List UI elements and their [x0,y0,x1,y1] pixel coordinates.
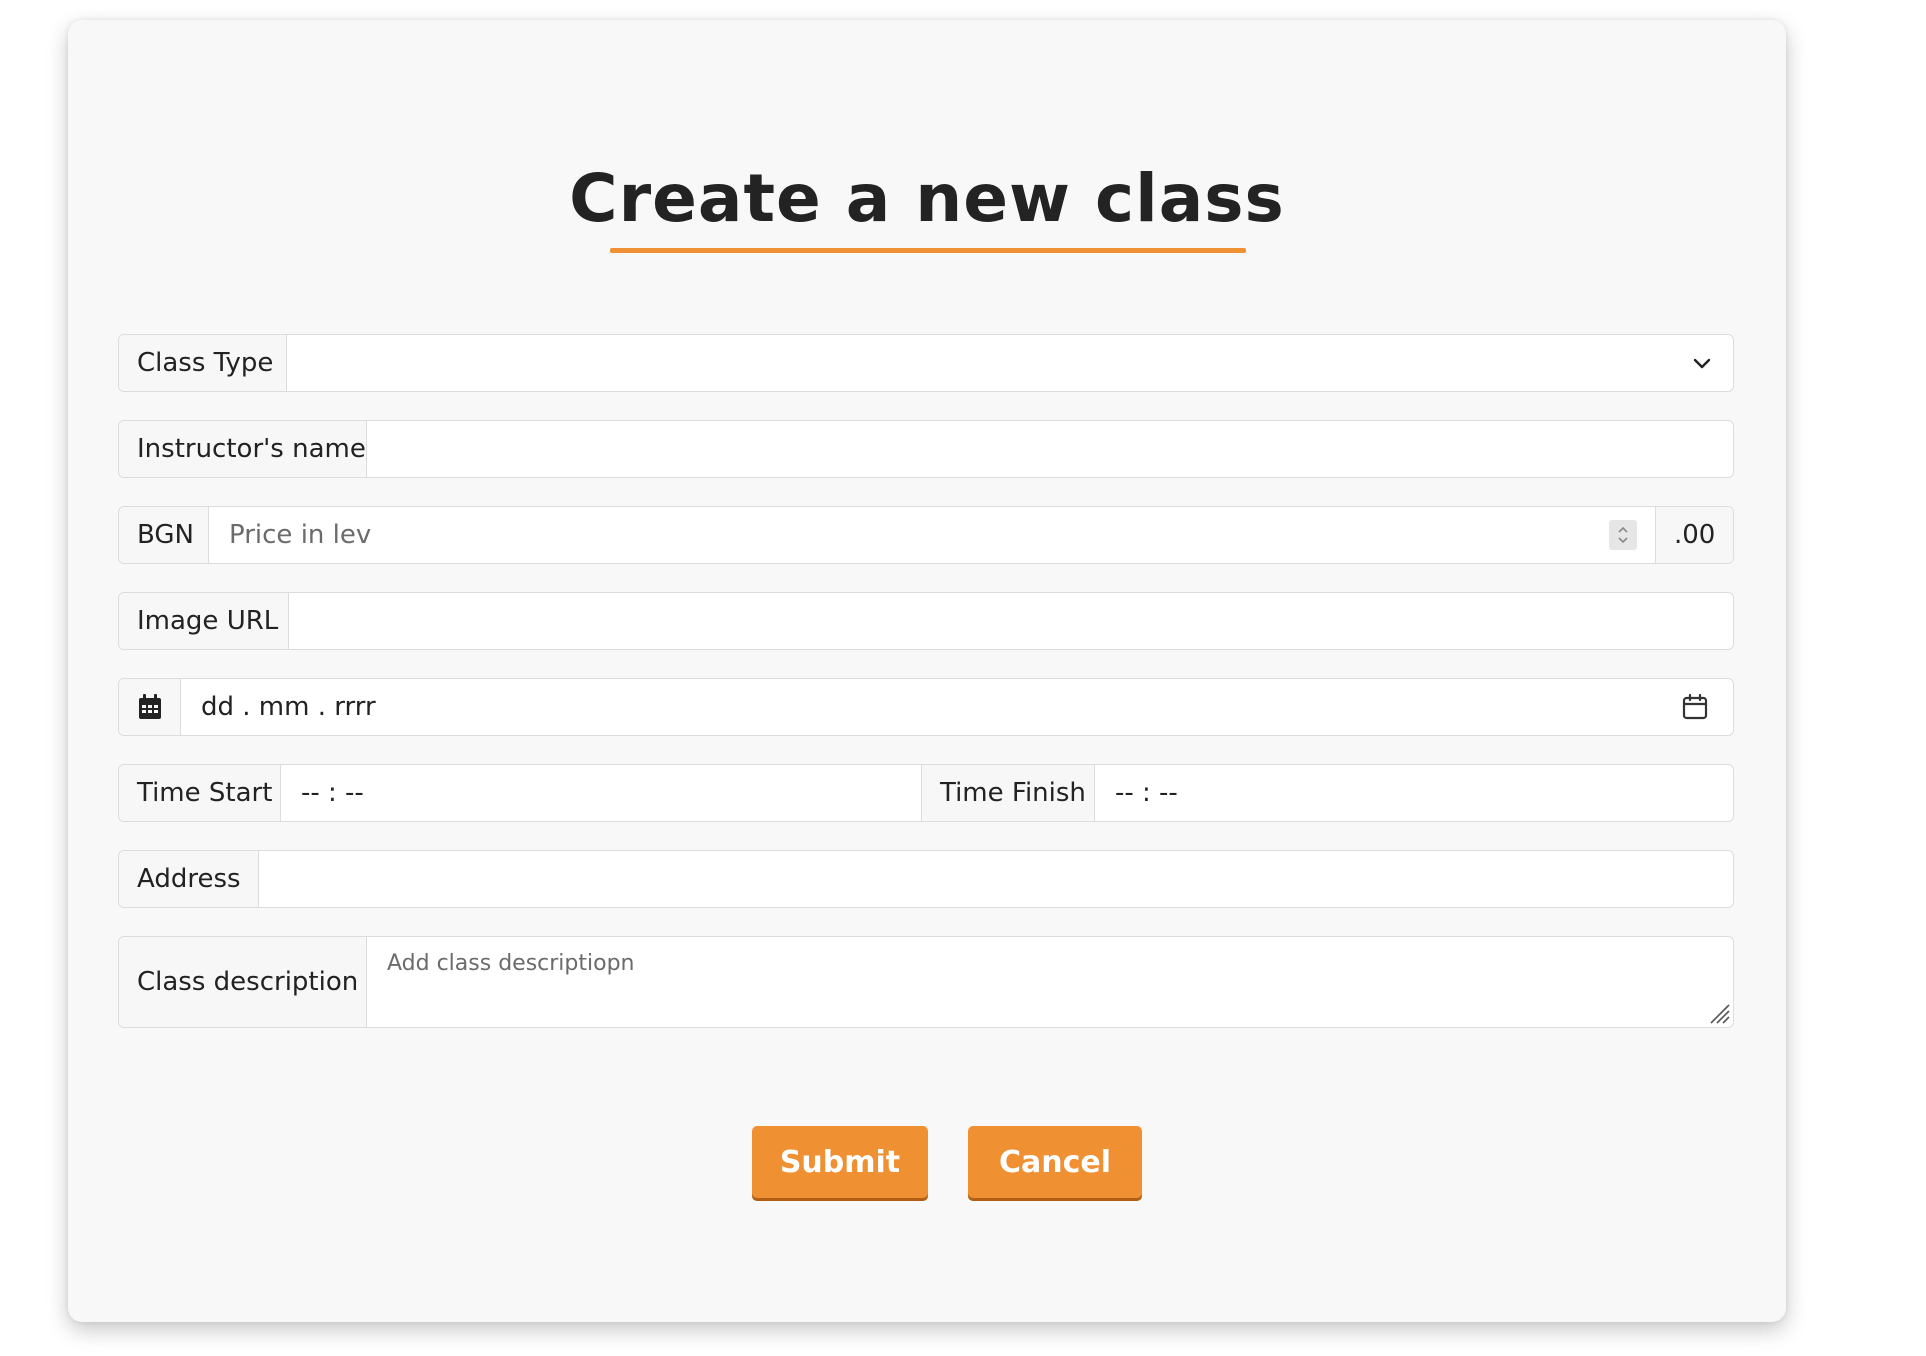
price-placeholder: Price in lev [229,520,372,550]
date-input[interactable]: dd . mm . rrrr [181,679,1733,735]
calendar-icon [138,694,161,719]
calendar-outline-icon[interactable] [1681,693,1709,721]
resize-handle-icon[interactable] [1707,1001,1731,1025]
create-class-card: Create a new class Class Type Instructor… [68,20,1786,1322]
address-label: Address [119,851,259,907]
cancel-button[interactable]: Cancel [968,1126,1142,1198]
time-finish-input[interactable]: -- : -- [1095,765,1733,821]
description-group: Class description Add class descriptiopn [118,936,1734,1028]
image-url-group: Image URL [118,592,1734,650]
instructor-input[interactable] [367,421,1733,477]
date-group: dd . mm . rrrr [118,678,1734,736]
image-url-input[interactable] [289,593,1733,649]
date-placeholder: dd . mm . rrrr [201,692,376,722]
currency-label: BGN [119,507,209,563]
instructor-label: Instructor's name [119,421,367,477]
description-textarea[interactable]: Add class descriptiopn [367,937,1733,1027]
class-type-select[interactable] [287,335,1733,391]
price-group: BGN Price in lev .00 [118,506,1734,564]
time-start-placeholder: -- : -- [301,778,364,808]
chevron-down-icon [1693,358,1711,369]
page-title: Create a new class [569,160,1285,237]
description-placeholder: Add class descriptiopn [387,951,635,976]
time-finish-placeholder: -- : -- [1115,778,1178,808]
title-underline [610,248,1246,253]
submit-button[interactable]: Submit [752,1126,928,1198]
price-input[interactable]: Price in lev [209,507,1655,563]
address-group: Address [118,850,1734,908]
price-suffix: .00 [1655,507,1733,563]
description-label: Class description [119,937,367,1027]
time-start-label: Time Start [119,765,281,821]
spinner-arrows-icon [1618,526,1628,544]
date-prefix [119,679,181,735]
time-finish-label: Time Finish [921,765,1095,821]
class-type-label: Class Type [119,335,287,391]
spinner-icon[interactable] [1609,520,1637,550]
time-group: Time Start -- : -- Time Finish -- : -- [118,764,1734,822]
time-start-input[interactable]: -- : -- [281,765,921,821]
instructor-group: Instructor's name [118,420,1734,478]
class-type-group: Class Type [118,334,1734,392]
address-input[interactable] [259,851,1733,907]
image-url-label: Image URL [119,593,289,649]
